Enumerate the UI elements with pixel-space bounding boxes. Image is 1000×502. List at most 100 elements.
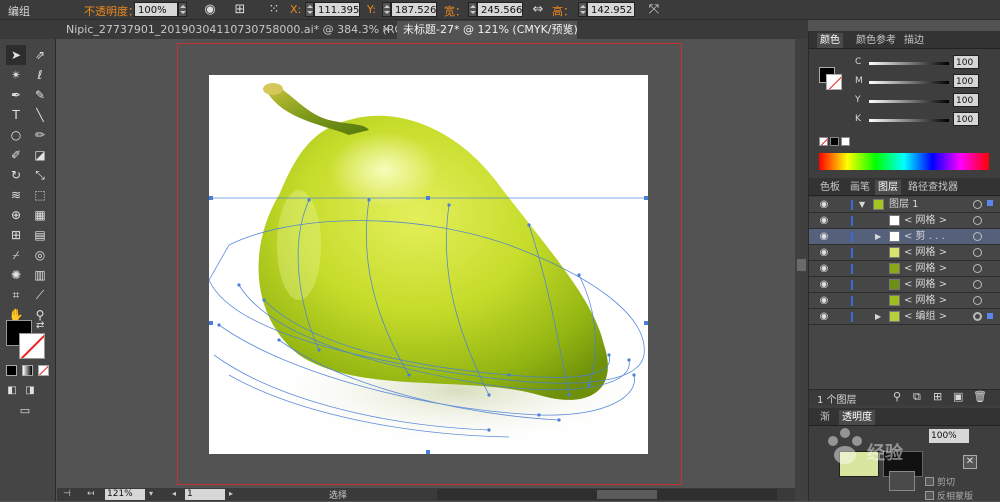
swap-fill-stroke-icon[interactable]: ⇄: [36, 320, 44, 331]
visibility-eye-icon[interactable]: ◉: [817, 262, 831, 276]
shape-builder-tool-icon[interactable]: ⊕: [6, 205, 26, 225]
visibility-eye-icon[interactable]: ◉: [817, 246, 831, 260]
layer-row-mesh-2[interactable]: ◉ < 网格 >: [809, 245, 1000, 261]
white-swatch[interactable]: [841, 137, 850, 146]
tab-pathfinder[interactable]: 路径查找器: [905, 180, 961, 195]
transparency-opacity-input[interactable]: 100%: [929, 429, 969, 443]
tab-stroke[interactable]: 描边: [901, 33, 927, 48]
gradient-mode-icon[interactable]: [22, 365, 33, 376]
layer-name[interactable]: < 网格 >: [904, 293, 947, 309]
transform-grid-icon[interactable]: ⁙: [266, 2, 282, 18]
scroll-thumb[interactable]: [797, 259, 806, 271]
lasso-tool-icon[interactable]: ℓ: [30, 65, 50, 85]
x-stepper[interactable]: [305, 2, 314, 17]
column-graph-tool-icon[interactable]: ▥: [30, 265, 50, 285]
layer-row-mesh-4[interactable]: ◉ < 网格 >: [809, 277, 1000, 293]
paintbrush-tool-icon[interactable]: ✏: [30, 125, 50, 145]
visibility-eye-icon[interactable]: ◉: [817, 214, 831, 228]
line-tool-icon[interactable]: ╲: [30, 105, 50, 125]
artboard-tool-icon[interactable]: ⌗: [6, 285, 26, 305]
delete-layer-icon[interactable]: 🗑: [973, 390, 987, 403]
channel-c-input[interactable]: 100: [953, 55, 979, 69]
make-clipping-mask-icon[interactable]: ⧉: [913, 390, 921, 404]
expand-arrow-icon[interactable]: ▼: [859, 197, 865, 213]
layer-name[interactable]: < 网格 >: [904, 245, 947, 261]
invert-mask-checkbox[interactable]: [925, 491, 934, 500]
draw-normal-icon[interactable]: ◧: [4, 383, 20, 399]
eraser-tool-icon[interactable]: ◪: [30, 145, 50, 165]
tab-nipic-document[interactable]: Nipic_27737901_20190304110730758000.ai* …: [60, 21, 441, 39]
new-sublayer-icon[interactable]: ⊞: [933, 390, 942, 403]
expand-arrow-icon[interactable]: ▶: [875, 229, 881, 245]
magic-wand-tool-icon[interactable]: ✴: [6, 65, 26, 85]
y-stepper[interactable]: [382, 2, 391, 17]
warp-tool-icon[interactable]: ≋: [6, 185, 26, 205]
make-mask-button[interactable]: ✕: [963, 455, 977, 469]
layer-name[interactable]: < 编组 >: [904, 309, 947, 325]
visibility-eye-icon[interactable]: ◉: [817, 294, 831, 308]
new-layer-icon[interactable]: ▣: [953, 390, 963, 403]
target-circle-icon[interactable]: [973, 216, 982, 225]
close-icon[interactable]: ✕: [563, 21, 572, 39]
y-input[interactable]: 187.526: [391, 2, 437, 17]
canvas-area[interactable]: [57, 39, 795, 488]
color-spectrum[interactable]: [819, 153, 989, 170]
none-swatch[interactable]: [819, 137, 828, 146]
type-tool-icon[interactable]: T: [6, 105, 26, 125]
layer-name[interactable]: 图层 1: [889, 197, 919, 213]
curvature-tool-icon[interactable]: ✎: [30, 85, 50, 105]
scale-tool-icon[interactable]: ⤡: [30, 165, 50, 185]
ellipse-tool-icon[interactable]: ○: [6, 125, 26, 145]
channel-y-slider[interactable]: [869, 100, 949, 103]
mesh-tool-icon[interactable]: ⊞: [6, 225, 26, 245]
visibility-eye-icon[interactable]: ◉: [817, 310, 831, 324]
color-stroke-swatch[interactable]: [826, 74, 842, 90]
channel-c-slider[interactable]: [869, 62, 949, 65]
page-next-icon[interactable]: ▸: [229, 489, 239, 500]
horizontal-scrollbar[interactable]: [437, 489, 777, 500]
page-prev-icon[interactable]: ◂: [172, 489, 182, 500]
recolor-icon[interactable]: ◉: [202, 2, 218, 18]
channel-y-input[interactable]: 100: [953, 93, 979, 107]
height-stepper[interactable]: [578, 2, 587, 17]
screen-mode-icon[interactable]: ▭: [14, 403, 36, 419]
zoom-dropdown-icon[interactable]: ▾: [149, 489, 159, 500]
channel-k-slider[interactable]: [869, 119, 949, 122]
direct-selection-tool-icon[interactable]: ⇗: [30, 45, 50, 65]
opacity-dropdown[interactable]: [178, 2, 187, 17]
x-input[interactable]: 111.395: [314, 2, 360, 17]
vertical-scrollbar[interactable]: [795, 39, 808, 501]
artboard[interactable]: [209, 75, 648, 454]
slice-tool-icon[interactable]: ⟋: [30, 285, 50, 305]
zoom-input[interactable]: 121%: [105, 489, 145, 500]
opacity-input[interactable]: 100%: [134, 2, 178, 17]
align-reference-icon[interactable]: ⊞: [232, 2, 248, 18]
close-icon[interactable]: ✕: [382, 21, 391, 39]
layer-row-mesh-3[interactable]: ◉ < 网格 >: [809, 261, 1000, 277]
channel-m-slider[interactable]: [869, 81, 949, 84]
layer-name[interactable]: < 网格 >: [904, 261, 947, 277]
layer-row-group[interactable]: ◉ ▶ < 编组 >: [809, 309, 1000, 325]
none-mode-icon[interactable]: [38, 365, 49, 376]
opacity-label[interactable]: 不透明度：: [84, 3, 139, 19]
target-circle-icon[interactable]: [973, 280, 982, 289]
target-circle-icon[interactable]: [973, 200, 982, 209]
tab-brushes[interactable]: 画笔: [847, 180, 873, 195]
width-input[interactable]: 245.566: [477, 2, 523, 17]
link-proportions-icon[interactable]: ⇔: [530, 2, 546, 18]
layer-name[interactable]: < 网格 >: [904, 213, 947, 229]
pen-tool-icon[interactable]: ✒: [6, 85, 26, 105]
layer-name[interactable]: < 剪 . . .: [904, 229, 945, 245]
target-circle-icon[interactable]: [973, 248, 982, 257]
locate-object-icon[interactable]: ⚲: [893, 390, 901, 403]
artboard-number-input[interactable]: 1: [185, 489, 225, 500]
transform-icon[interactable]: ⤧: [646, 2, 662, 18]
stroke-swatch[interactable]: [19, 333, 45, 359]
tab-untitled-27[interactable]: 未标题-27* @ 121% (CMYK/预览) ✕: [397, 21, 578, 39]
tab-color[interactable]: 颜色: [817, 33, 843, 48]
blend-tool-icon[interactable]: ◎: [30, 245, 50, 265]
layer-row-clip-group[interactable]: ◉ ▶ < 剪 . . .: [809, 229, 1000, 245]
black-swatch[interactable]: [830, 137, 839, 146]
width-stepper[interactable]: [468, 2, 477, 17]
channel-k-input[interactable]: 100: [953, 112, 979, 126]
